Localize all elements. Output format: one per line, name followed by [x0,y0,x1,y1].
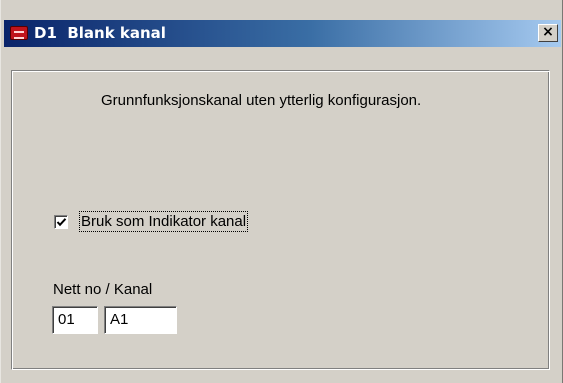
net-channel-label: Nett no / Kanal [53,281,153,298]
app-icon [10,26,28,40]
net-number-field[interactable]: 01 [52,306,98,334]
window-title: D1 Blank kanal [34,24,166,42]
description-text: Grunnfunksjonskanal uten ytterlig konfig… [101,92,422,109]
checkmark-icon [56,218,67,227]
indicator-checkbox[interactable] [54,215,68,229]
title-bar[interactable]: D1 Blank kanal × [4,20,561,47]
dialog-window: D1 Blank kanal × Grunnfunksjonskanal ute… [0,0,563,383]
channel-field[interactable]: A1 [104,306,177,334]
indicator-checkbox-label[interactable]: Bruk som Indikator kanal [78,211,249,232]
close-button[interactable]: × [538,24,558,42]
